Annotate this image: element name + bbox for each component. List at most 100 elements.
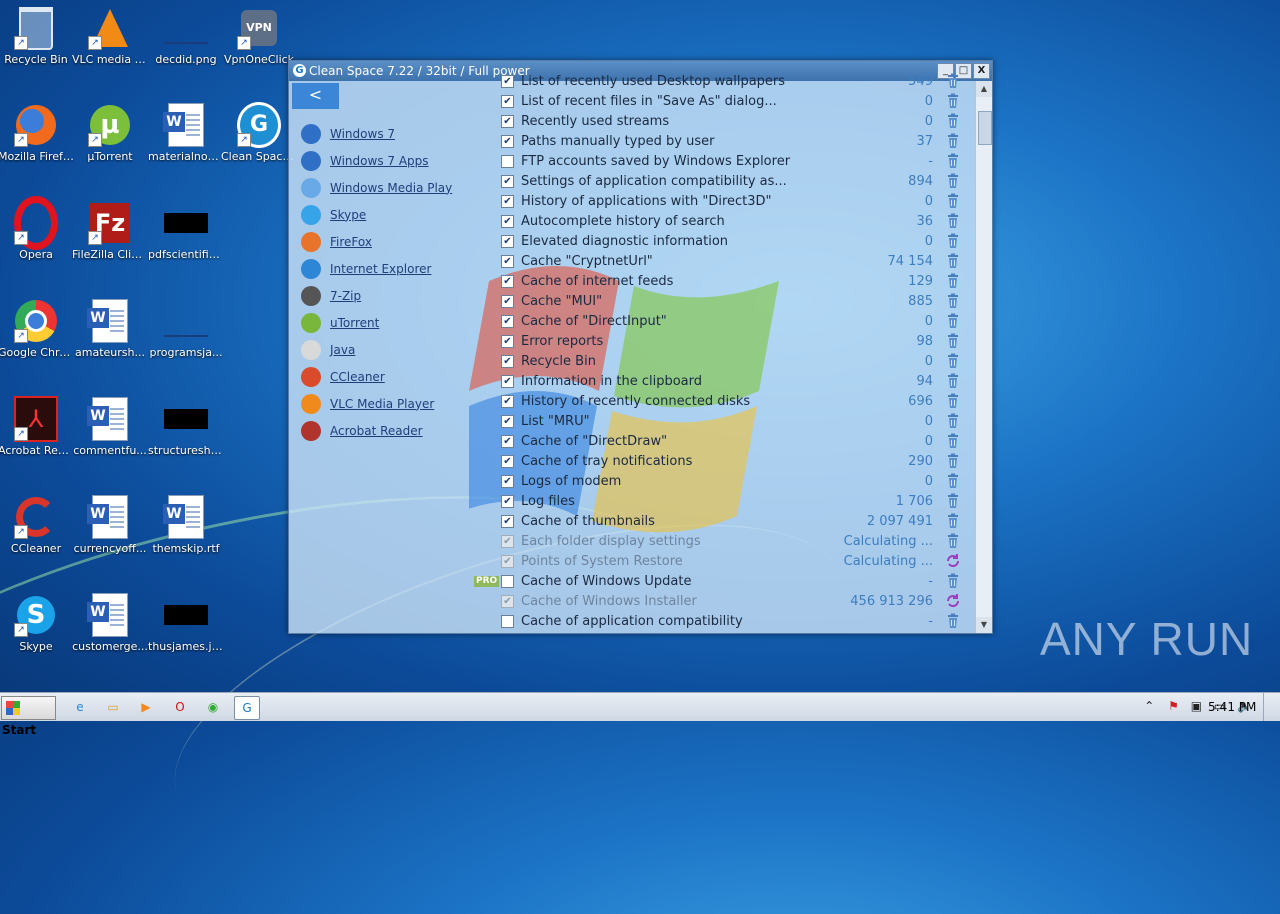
desktop-icon[interactable]: Wthemskip.rtf xyxy=(148,495,224,555)
desktop-icon[interactable]: Fz ↗ FileZilla Client xyxy=(72,201,148,261)
trash-icon[interactable] xyxy=(945,133,961,149)
item-checkbox[interactable]: ✔ xyxy=(501,195,514,208)
item-checkbox[interactable]: ✔ xyxy=(501,415,514,428)
trash-icon[interactable] xyxy=(945,233,961,249)
chrome-taskbar-icon[interactable]: ◉ xyxy=(201,696,225,718)
item-checkbox[interactable]: ✔ xyxy=(501,95,514,108)
desktop-icon[interactable]: ↗ Recycle Bin xyxy=(0,6,74,66)
scrollbar-thumb[interactable] xyxy=(978,111,992,145)
action-center-icon[interactable]: ⚑ xyxy=(1168,699,1179,713)
sidebar-item[interactable]: Java xyxy=(301,336,452,363)
trash-icon[interactable] xyxy=(945,173,961,189)
item-checkbox[interactable]: ✔ xyxy=(501,75,514,88)
trash-icon[interactable] xyxy=(945,433,961,449)
sidebar-item[interactable]: Windows Media Play xyxy=(301,174,452,201)
trash-icon[interactable] xyxy=(945,73,961,89)
scroll-down-arrow-icon[interactable]: ▼ xyxy=(976,617,992,633)
desktop-icon[interactable]: ↗ CCleaner xyxy=(0,495,74,555)
trash-icon[interactable] xyxy=(945,493,961,509)
desktop-icon[interactable]: µ ↗ µTorrent xyxy=(72,103,148,163)
trash-icon[interactable] xyxy=(945,353,961,369)
item-checkbox[interactable]: ✔ xyxy=(501,135,514,148)
item-checkbox[interactable]: ✔ xyxy=(501,435,514,448)
trash-icon[interactable] xyxy=(945,273,961,289)
trash-icon[interactable] xyxy=(945,193,961,209)
trash-icon[interactable] xyxy=(945,473,961,489)
trash-icon[interactable] xyxy=(945,253,961,269)
show-desktop-button[interactable] xyxy=(1263,693,1280,721)
desktop-icon[interactable]: G ↗ Clean Space 7 xyxy=(221,102,297,163)
trash-icon[interactable] xyxy=(945,573,961,589)
trash-icon[interactable] xyxy=(945,333,961,349)
desktop-icon[interactable]: Wcommentfu... xyxy=(72,397,148,457)
tray-expand-icon[interactable]: ⌃ xyxy=(1144,699,1154,713)
desktop-icon[interactable]: ↗ VLC media player xyxy=(72,6,148,66)
desktop-icon[interactable]: ↗ Google Chrome xyxy=(0,299,74,359)
desktop-icon[interactable]: pdfscientific... xyxy=(148,201,224,261)
sidebar-item[interactable]: 7-Zip xyxy=(301,282,452,309)
sidebar-item[interactable]: VLC Media Player xyxy=(301,390,452,417)
internet-explorer-taskbar-icon[interactable]: e xyxy=(68,696,92,718)
trash-icon[interactable] xyxy=(945,453,961,469)
sidebar-item[interactable]: Internet Explorer xyxy=(301,255,452,282)
refresh-icon[interactable] xyxy=(945,553,961,569)
desktop-icon[interactable]: S ↗ Skype xyxy=(0,593,74,653)
item-checkbox[interactable] xyxy=(501,575,514,588)
sidebar-item[interactable]: Acrobat Reader xyxy=(301,417,452,444)
item-checkbox[interactable]: ✔ xyxy=(501,515,514,528)
trash-icon[interactable] xyxy=(945,513,961,529)
item-checkbox[interactable]: ✔ xyxy=(501,335,514,348)
item-checkbox[interactable]: ✔ xyxy=(501,375,514,388)
desktop-icon[interactable]: thusjames.jpg xyxy=(148,593,224,653)
scroll-up-arrow-icon[interactable]: ▲ xyxy=(976,81,992,97)
item-checkbox[interactable]: ✔ xyxy=(501,595,514,608)
trash-icon[interactable] xyxy=(945,533,961,549)
desktop-icon[interactable]: structureshi... xyxy=(148,397,224,457)
file-explorer-taskbar-icon[interactable]: ▭ xyxy=(101,696,125,718)
start-button[interactable]: Start xyxy=(1,696,56,737)
item-checkbox[interactable]: ✔ xyxy=(501,115,514,128)
item-checkbox[interactable]: ✔ xyxy=(501,215,514,228)
item-checkbox[interactable]: ✔ xyxy=(501,475,514,488)
item-checkbox[interactable]: ✔ xyxy=(501,255,514,268)
item-checkbox[interactable]: ✔ xyxy=(501,395,514,408)
desktop-icon[interactable]: programsja... xyxy=(148,299,224,359)
item-checkbox[interactable]: ✔ xyxy=(501,315,514,328)
trash-icon[interactable] xyxy=(945,373,961,389)
sidebar-item[interactable]: Windows 7 xyxy=(301,120,452,147)
vertical-scrollbar[interactable]: ▲ ▼ xyxy=(975,81,992,633)
opera-taskbar-icon[interactable]: O xyxy=(168,696,192,718)
desktop-icon[interactable]: Wcurrencyoff... xyxy=(72,495,148,555)
item-checkbox[interactable]: ✔ xyxy=(501,495,514,508)
clean-space-taskbar-icon[interactable]: G xyxy=(234,696,260,720)
sidebar-item[interactable]: FireFox xyxy=(301,228,452,255)
refresh-icon[interactable] xyxy=(945,593,961,609)
desktop-icon[interactable]: decdid.png xyxy=(148,6,224,66)
trash-icon[interactable] xyxy=(945,213,961,229)
close-button[interactable]: X xyxy=(973,63,990,79)
sidebar-item[interactable]: CCleaner xyxy=(301,363,452,390)
item-checkbox[interactable]: ✔ xyxy=(501,295,514,308)
item-checkbox[interactable]: ✔ xyxy=(501,535,514,548)
item-checkbox[interactable]: ✔ xyxy=(501,175,514,188)
item-checkbox[interactable]: ✔ xyxy=(501,355,514,368)
item-checkbox[interactable]: ✔ xyxy=(501,455,514,468)
trash-icon[interactable] xyxy=(945,313,961,329)
sidebar-item[interactable]: Skype xyxy=(301,201,452,228)
desktop-icon[interactable]: Wmaterialnow... xyxy=(148,103,224,163)
sidebar-item[interactable]: Windows 7 Apps xyxy=(301,147,452,174)
back-button[interactable]: < xyxy=(292,83,339,109)
desktop-icon[interactable]: Wcustomerge... xyxy=(72,593,148,653)
trash-icon[interactable] xyxy=(945,393,961,409)
trash-icon[interactable] xyxy=(945,613,961,629)
item-checkbox[interactable]: ✔ xyxy=(501,235,514,248)
item-checkbox[interactable]: ✔ xyxy=(501,555,514,568)
desktop-icon[interactable]: ↗ Opera xyxy=(0,196,74,261)
clock[interactable]: 5:41 PM xyxy=(1208,700,1256,714)
item-checkbox[interactable]: ✔ xyxy=(501,275,514,288)
media-player-taskbar-icon[interactable]: ▶ xyxy=(134,696,158,718)
trash-icon[interactable] xyxy=(945,113,961,129)
trash-icon[interactable] xyxy=(945,153,961,169)
item-checkbox[interactable] xyxy=(501,615,514,628)
desktop-icon[interactable]: ↗ Mozilla Firefox xyxy=(0,103,74,163)
